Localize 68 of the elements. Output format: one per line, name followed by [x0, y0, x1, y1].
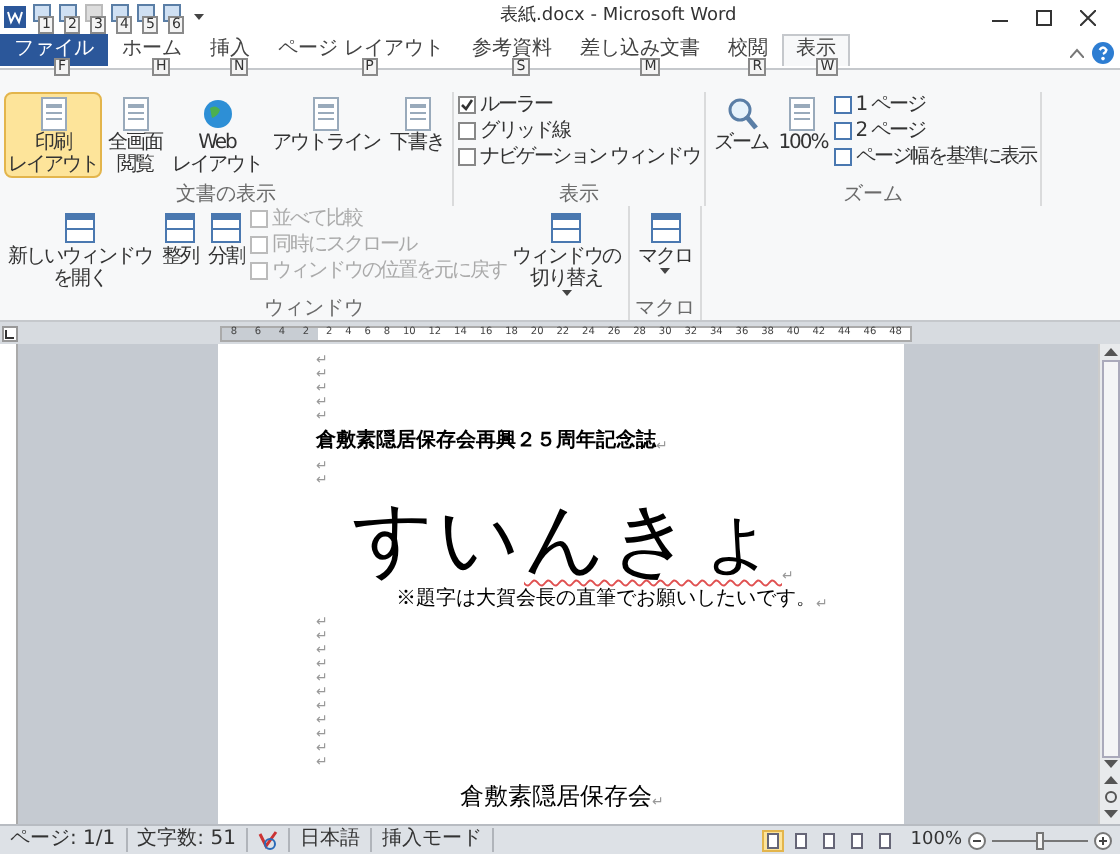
browse-object-icon[interactable] [1103, 790, 1117, 804]
previous-page-icon[interactable] [1103, 774, 1117, 786]
group-label: 文書の表示 [174, 184, 278, 206]
view-mode-icon[interactable] [874, 829, 897, 851]
zoom-level[interactable]: 100% [910, 829, 962, 851]
maximize-icon[interactable] [1036, 9, 1052, 25]
ribbon-button[interactable]: 整列 [158, 206, 202, 270]
window-icon [548, 210, 584, 246]
collapse-ribbon-icon[interactable] [1070, 48, 1084, 58]
group-label: マクロ [634, 298, 696, 320]
view-mode-icon[interactable] [790, 829, 813, 851]
page-icon [399, 96, 435, 132]
status-text[interactable]: ページ: 1/1 [0, 828, 128, 852]
close-icon[interactable] [1080, 9, 1096, 25]
page-icon [784, 96, 821, 132]
ribbon-button[interactable]: アウトライン [268, 92, 384, 156]
window-icon [62, 210, 98, 246]
ribbon-button[interactable]: 分割 [204, 206, 248, 270]
ribbon-button[interactable]: マクロ [634, 206, 696, 276]
checkbox[interactable] [458, 122, 476, 140]
proofing-icon[interactable] [257, 830, 278, 850]
window-icon [162, 210, 198, 246]
zoom-slider-thumb[interactable] [1036, 831, 1044, 849]
vertical-scrollbar[interactable] [1098, 344, 1120, 824]
page-icon [35, 96, 71, 132]
checkbox[interactable] [458, 96, 476, 114]
next-page-icon[interactable] [1103, 808, 1117, 820]
checkbox-option[interactable]: ルーラー [458, 94, 701, 116]
heading-text: 倉敷素隠居保存会再興２５周年記念誌 [316, 430, 656, 454]
ribbon-button[interactable]: Web レイアウト [168, 92, 266, 178]
checkbox-option[interactable]: ナビゲーション ウィンドウ [458, 146, 701, 168]
ribbon-button[interactable]: 100% [774, 92, 832, 156]
status-text[interactable]: 挿入モード [371, 828, 494, 852]
checkbox-option[interactable]: グリッド線 [458, 120, 701, 142]
ribbon-button[interactable]: 全画面 閲覧 [104, 92, 166, 178]
window-icon [208, 210, 244, 246]
group-label: 表示 [557, 184, 602, 206]
status-text[interactable]: 日本語 [289, 828, 372, 852]
caret-icon [194, 14, 204, 20]
organization-name: 倉敷素隠居保存会 [460, 782, 652, 810]
ribbon-button[interactable]: 下書き [386, 92, 448, 156]
globe-icon [199, 96, 235, 132]
checkbox[interactable] [458, 148, 476, 166]
group-label: ズーム [840, 184, 905, 206]
window-title: 表紙.docx - Microsoft Word [500, 3, 737, 30]
status-text[interactable]: 文字数: 51 [127, 828, 248, 852]
help-icon[interactable] [1092, 42, 1114, 64]
view-mode-icon[interactable] [762, 829, 785, 851]
scroll-thumb[interactable] [1101, 359, 1119, 758]
ribbon-button[interactable]: 新しいウィンドウ を開く [4, 206, 156, 292]
title-text: すいんきょ [352, 496, 782, 584]
ribbon-small-button[interactable]: 1 ページ [833, 94, 1036, 116]
zoom-in-icon[interactable] [1094, 831, 1112, 849]
ribbon-button[interactable]: ズーム [710, 92, 773, 156]
tab-selector-icon[interactable] [2, 325, 18, 341]
scroll-up-icon[interactable] [1103, 344, 1117, 360]
ribbon-button[interactable]: ウィンドウの 切り替え [508, 206, 624, 298]
view-mode-icon[interactable] [846, 829, 869, 851]
ribbon-small-button[interactable]: ページ幅を基準に表示 [833, 146, 1036, 168]
page-icon [117, 96, 153, 132]
zoom-out-icon[interactable] [968, 831, 986, 849]
page-icon [308, 96, 344, 132]
group-label: ウィンドウ [262, 298, 366, 320]
magnifier-icon [723, 96, 760, 132]
ribbon-small-button[interactable]: 2 ページ [833, 120, 1036, 142]
note-text: ※題字は大賀会長の直筆でお願いしたいです。 [396, 588, 816, 612]
view-mode-icon[interactable] [818, 829, 841, 851]
ribbon-button[interactable]: 印刷 レイアウト [4, 92, 102, 178]
